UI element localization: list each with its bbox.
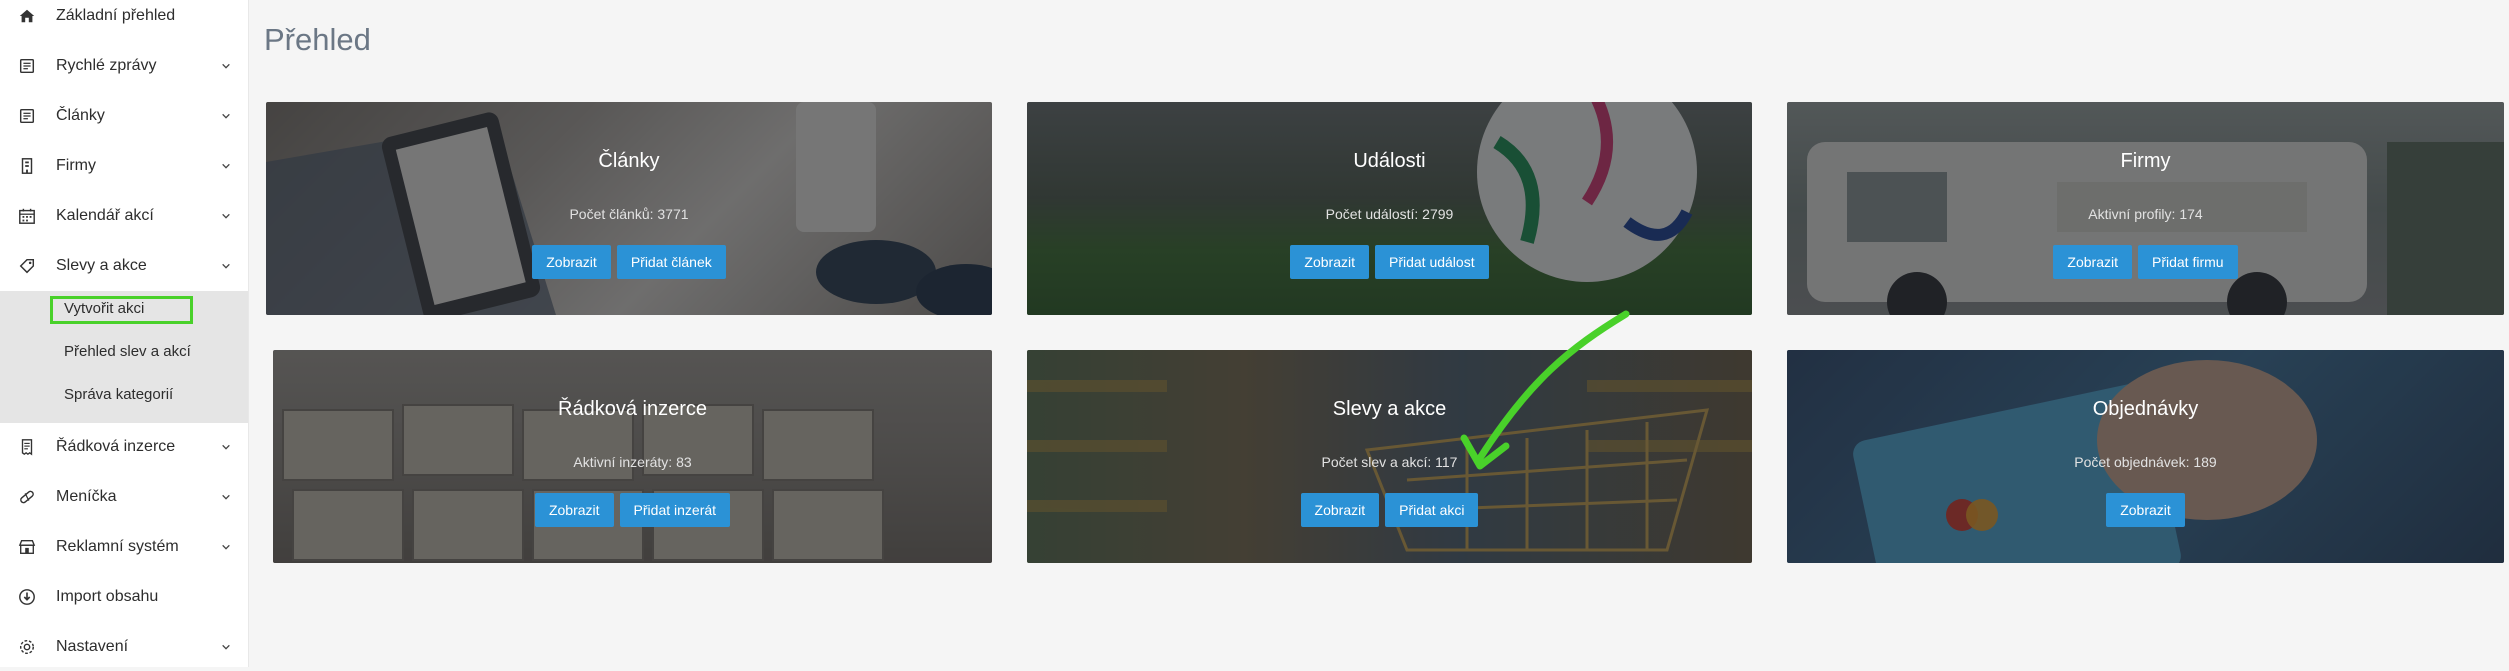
sidebar-item-radkova-inzerce[interactable]: Řádková inzerce — [0, 423, 248, 471]
pridat-akci-button[interactable]: Přidat akci — [1385, 493, 1479, 527]
card-stat: Počet článků: 3771 — [569, 206, 689, 222]
sidebar-item-nastaveni[interactable]: Nastavení — [0, 623, 248, 671]
building-icon — [16, 155, 38, 177]
sidebar-item-firmy[interactable]: Firmy — [0, 142, 248, 190]
card-stat: Počet objednávek: 189 — [2074, 454, 2217, 470]
sidebar-item-reklamni-system[interactable]: Reklamní systém — [0, 523, 248, 571]
zobrazit-button[interactable]: Zobrazit — [534, 493, 614, 527]
sidebar-item-label: Import obsahu — [56, 588, 159, 605]
sidebar-item-slevy-a-akce[interactable]: Slevy a akce — [0, 242, 248, 290]
sidebar-item-label: Řádková inzerce — [56, 438, 176, 455]
card-title: Články — [598, 150, 660, 172]
sidebar-item-clanky[interactable]: Články — [0, 92, 248, 140]
chevron-down-icon — [220, 441, 232, 453]
highlight-box — [50, 296, 193, 324]
card-stat: Aktivní inzeráty: 83 — [573, 454, 692, 470]
chevron-down-icon — [220, 110, 232, 122]
chevron-down-icon — [220, 210, 232, 222]
card-stat: Aktivní profily: 174 — [2088, 206, 2203, 222]
sidebar-item-label: Meníčka — [56, 488, 117, 505]
sidebar-item-label: Základní přehled — [56, 7, 176, 24]
chevron-down-icon — [220, 60, 232, 72]
chevron-down-icon — [220, 641, 232, 653]
sidebar-item-label: Kalendář akcí — [56, 207, 154, 224]
sidebar-item-label: Slevy a akce — [56, 257, 147, 274]
submenu-item-sprava-kategorii[interactable]: Správa kategorií — [64, 386, 173, 403]
home-icon — [16, 5, 38, 27]
calendar-icon — [16, 205, 38, 227]
card-title: Události — [1353, 150, 1426, 172]
card-clanky: Články Počet článků: 3771 Zobrazit Přida… — [266, 102, 992, 315]
import-icon — [16, 586, 38, 608]
chevron-down-icon — [220, 160, 232, 172]
newspaper-icon — [16, 55, 38, 77]
zobrazit-button[interactable]: Zobrazit — [1300, 493, 1380, 527]
newspaper-icon — [16, 105, 38, 127]
card-title: Firmy — [2120, 150, 2171, 172]
chevron-down-icon — [220, 541, 232, 553]
zobrazit-button[interactable]: Zobrazit — [2106, 493, 2185, 527]
sidebar-item-import-obsahu[interactable]: Import obsahu — [0, 573, 248, 621]
zobrazit-button[interactable]: Zobrazit — [532, 245, 611, 279]
card-udalosti: Události Počet událostí: 2799 Zobrazit P… — [1027, 102, 1752, 315]
pridat-inzerat-button[interactable]: Přidat inzerát — [619, 493, 731, 527]
zobrazit-button[interactable]: Zobrazit — [1290, 245, 1369, 279]
store-icon — [16, 536, 38, 558]
sidebar-item-label: Firmy — [56, 157, 96, 174]
chevron-down-icon — [220, 260, 232, 272]
chevron-down-icon — [220, 491, 232, 503]
card-title: Objednávky — [2092, 398, 2199, 420]
sidebar-item-label: Rychlé zprávy — [56, 57, 157, 74]
sidebar: Základní přehled Rychlé zprávy Články Fi… — [0, 0, 249, 667]
card-title: Řádková inzerce — [558, 398, 707, 420]
pridat-udalost-button[interactable]: Přidat událost — [1374, 245, 1489, 279]
page-title: Přehled — [264, 22, 371, 57]
zobrazit-button[interactable]: Zobrazit — [2053, 245, 2132, 279]
sidebar-item-rychle-zpravy[interactable]: Rychlé zprávy — [0, 42, 248, 90]
sidebar-item-zakladni-prehled[interactable]: Základní přehled — [0, 0, 248, 40]
pridat-clanek-button[interactable]: Přidat článek — [616, 245, 726, 279]
annotation-arrow — [1460, 310, 1630, 470]
card-objednavky: Objednávky Počet objednávek: 189 Zobrazi… — [1787, 350, 2504, 563]
gear-icon — [16, 636, 38, 658]
sidebar-item-menicka[interactable]: Meníčka — [0, 473, 248, 521]
card-radkova-inzerce: Řádková inzerce Aktivní inzeráty: 83 Zob… — [273, 350, 992, 563]
card-stat: Počet událostí: 2799 — [1325, 206, 1454, 222]
sidebar-item-label: Články — [56, 107, 105, 124]
receipt-icon — [16, 436, 38, 458]
pridat-firmu-button[interactable]: Přidat firmu — [2138, 245, 2238, 279]
tag-icon — [16, 255, 38, 277]
card-firmy: Firmy Aktivní profily: 174 Zobrazit Přid… — [1787, 102, 2504, 315]
sidebar-item-kalendar-akci[interactable]: Kalendář akcí — [0, 192, 248, 240]
submenu-item-prehled-slev[interactable]: Přehled slev a akcí — [64, 343, 191, 360]
sidebar-item-label: Nastavení — [56, 638, 129, 655]
pill-icon — [16, 486, 38, 508]
sidebar-item-label: Reklamní systém — [56, 538, 179, 555]
